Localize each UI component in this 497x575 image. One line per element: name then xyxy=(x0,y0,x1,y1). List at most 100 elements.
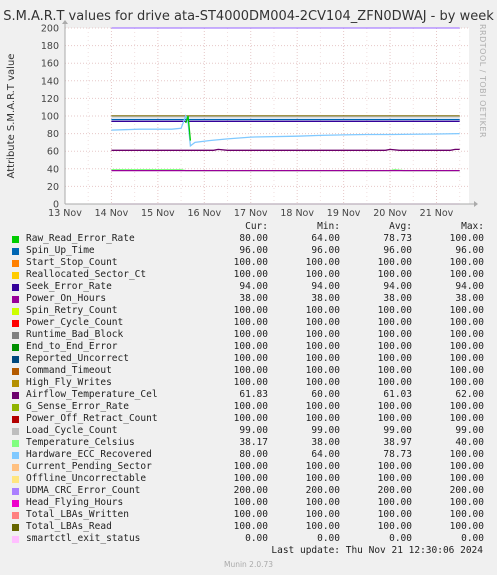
legend-swatch xyxy=(12,259,19,267)
legend-avg-value: 100.00 xyxy=(377,521,412,532)
legend-series-name: End_to_End_Error xyxy=(26,341,118,352)
legend-row: Total_LBAs_Read 100.00 100.00 100.00 100.00 xyxy=(12,521,490,533)
legend-avg-value: 78.73 xyxy=(383,233,412,244)
legend-cur-value: 100.00 xyxy=(233,257,268,268)
legend-series-name: Total_LBAs_Written xyxy=(26,509,129,520)
legend-avg-value: 100.00 xyxy=(377,377,412,388)
legend-max-value: 100.00 xyxy=(449,401,484,412)
legend-min-value: 100.00 xyxy=(305,317,340,328)
legend-avg-value: 100.00 xyxy=(377,269,412,280)
legend-max-value: 100.00 xyxy=(449,233,484,244)
legend-min-value: 100.00 xyxy=(305,365,340,376)
legend-cur-value: 100.00 xyxy=(233,365,268,376)
legend-swatch xyxy=(12,415,19,423)
legend-row: High_Fly_Writes 100.00 100.00 100.00 100.00 xyxy=(12,377,490,389)
legend-swatch xyxy=(12,307,19,315)
x-tick-label: 13 Nov xyxy=(48,208,82,218)
legend-swatch xyxy=(12,487,19,495)
legend-min-value: 100.00 xyxy=(305,509,340,520)
legend-avg-value: 100.00 xyxy=(377,257,412,268)
legend-row: Reallocated_Sector_Ct 100.00 100.00 100.00 1… xyxy=(12,269,490,281)
legend-row: Spin_Up_Time 96.00 96.00 96.00 96.00 xyxy=(12,245,490,257)
legend-row: Load_Cycle_Count 99.00 99.00 99.00 99.00 xyxy=(12,425,490,437)
legend-header-cur: Cur: xyxy=(245,221,268,232)
legend-cur-value: 100.00 xyxy=(233,353,268,364)
legend-min-value: 96.00 xyxy=(311,245,340,256)
y-tick-label: 60 xyxy=(47,147,59,158)
legend-row: Start_Stop_Count 100.00 100.00 100.00 100.00 xyxy=(12,257,490,269)
legend-swatch xyxy=(12,367,19,375)
legend-avg-value: 38.97 xyxy=(383,437,412,448)
legend-min-value: 64.00 xyxy=(311,449,340,460)
legend-cur-value: 100.00 xyxy=(233,329,268,340)
legend-min-value: 100.00 xyxy=(305,521,340,532)
legend-swatch xyxy=(12,511,19,519)
legend-cur-value: 100.00 xyxy=(233,413,268,424)
legend-series-name: Temperature_Celsius xyxy=(26,437,135,448)
legend-avg-value: 96.00 xyxy=(383,245,412,256)
legend-min-value: 100.00 xyxy=(305,377,340,388)
legend-avg-value: 200.00 xyxy=(377,485,412,496)
y-tick-label: 100 xyxy=(41,112,59,123)
legend-row: Power_Off_Retract_Count 100.00 100.00 100.0… xyxy=(12,413,490,425)
y-tick-label: 140 xyxy=(41,76,59,87)
legend-avg-value: 38.00 xyxy=(383,293,412,304)
y-axis-label: Attribute S.M.A.R.T value xyxy=(6,54,17,179)
legend-max-value: 0.00 xyxy=(461,533,484,544)
legend-cur-value: 94.00 xyxy=(239,281,268,292)
x-tick-label: 15 Nov xyxy=(141,208,175,218)
legend-max-value: 100.00 xyxy=(449,521,484,532)
legend-row: smartctl_exit_status 0.00 0.00 0.00 0.00 xyxy=(12,533,490,545)
legend-series-name: Power_Cycle_Count xyxy=(26,317,124,328)
legend-min-value: 100.00 xyxy=(305,353,340,364)
legend-cur-value: 99.00 xyxy=(239,425,268,436)
legend-series-name: Head_Flying_Hours xyxy=(26,497,124,508)
legend-avg-value: 100.00 xyxy=(377,509,412,520)
legend-row: Offline_Uncorrectable 100.00 100.00 100.00 1… xyxy=(12,473,490,485)
legend-row: Power_Cycle_Count 100.00 100.00 100.00 100.0… xyxy=(12,317,490,329)
legend-min-value: 200.00 xyxy=(305,485,340,496)
y-tick-label: 20 xyxy=(47,182,59,193)
legend-max-value: 100.00 xyxy=(449,365,484,376)
legend-avg-value: 0.00 xyxy=(389,533,412,544)
legend-swatch xyxy=(12,331,19,339)
y-tick-label: 200 xyxy=(41,24,59,35)
legend-max-value: 100.00 xyxy=(449,341,484,352)
legend-min-value: 64.00 xyxy=(311,233,340,244)
legend-min-value: 100.00 xyxy=(305,269,340,280)
legend-max-value: 100.00 xyxy=(449,413,484,424)
legend-series-name: smartctl_exit_status xyxy=(26,533,141,544)
y-tick-label: 160 xyxy=(41,59,59,70)
legend-avg-value: 61.03 xyxy=(383,389,412,400)
legend-series-name: Reported_Uncorrect xyxy=(26,353,129,364)
legend-swatch xyxy=(12,295,19,303)
legend-min-value: 100.00 xyxy=(305,461,340,472)
legend-series-name: Offline_Uncorrectable xyxy=(26,473,147,484)
legend-row: G_Sense_Error_Rate 100.00 100.00 100.00 100.… xyxy=(12,401,490,413)
legend-max-value: 100.00 xyxy=(449,509,484,520)
legend-series-name: Command_Timeout xyxy=(26,365,112,376)
legend-max-value: 100.00 xyxy=(449,353,484,364)
legend-cur-value: 61.83 xyxy=(239,389,268,400)
legend-row: Spin_Retry_Count 100.00 100.00 100.00 100.00 xyxy=(12,305,490,317)
legend-swatch xyxy=(12,247,19,255)
legend-header-avg: Avg: xyxy=(389,221,412,232)
legend-avg-value: 100.00 xyxy=(377,401,412,412)
legend-min-value: 100.00 xyxy=(305,329,340,340)
legend-row: Total_LBAs_Written 100.00 100.00 100.00 100.… xyxy=(12,509,490,521)
legend-cur-value: 100.00 xyxy=(233,317,268,328)
legend-row: Power_On_Hours 38.00 38.00 38.00 38.00 xyxy=(12,293,490,305)
legend-row: End_to_End_Error 100.00 100.00 100.00 100.00 xyxy=(12,341,490,353)
legend-swatch xyxy=(12,283,19,291)
legend-series-name: Load_Cycle_Count xyxy=(26,425,118,436)
legend-min-value: 100.00 xyxy=(305,257,340,268)
legend-swatch xyxy=(12,391,19,399)
y-tick-label: 120 xyxy=(41,94,59,105)
legend-cur-value: 38.17 xyxy=(239,437,268,448)
legend-min-value: 100.00 xyxy=(305,401,340,412)
legend-series-name: Hardware_ECC_Recovered xyxy=(26,449,152,460)
legend-cur-value: 38.00 xyxy=(239,293,268,304)
legend-avg-value: 100.00 xyxy=(377,365,412,376)
legend-swatch xyxy=(12,355,19,363)
legend-series-name: Start_Stop_Count xyxy=(26,257,118,268)
